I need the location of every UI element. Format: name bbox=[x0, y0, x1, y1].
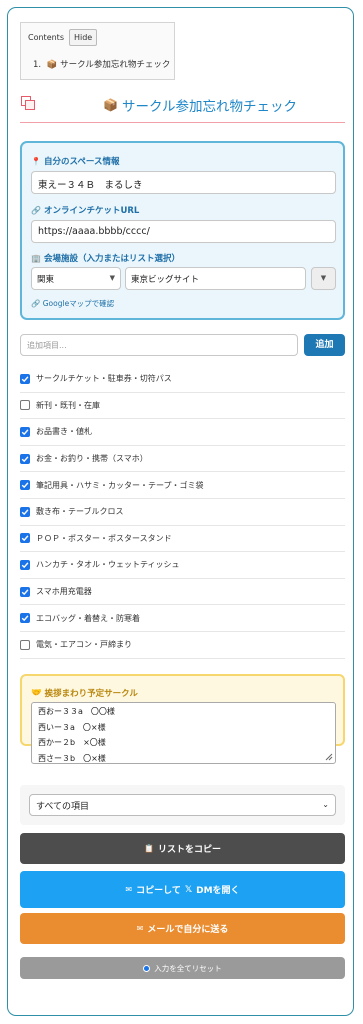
x-logo-icon: 𝕏 bbox=[184, 884, 193, 895]
chevron-down-icon: ⌄ bbox=[322, 800, 329, 809]
radio-icon bbox=[143, 964, 151, 972]
checklist-item[interactable]: 敷き布・テーブルクロス bbox=[20, 499, 345, 526]
checklist-item[interactable]: スマホ用充電器 bbox=[20, 579, 345, 606]
checklist-item-label: ハンカチ・タオル・ウェットティッシュ bbox=[36, 560, 180, 570]
checklist-item[interactable]: ハンカチ・タオル・ウェットティッシュ bbox=[20, 552, 345, 579]
building-icon: 🏢 bbox=[31, 253, 41, 263]
checklist-item-label: エコバッグ・着替え・防寒着 bbox=[36, 613, 140, 623]
filter-select[interactable]: すべての項目 ⌄ bbox=[29, 794, 336, 816]
checklist-item-label: スマホ用充電器 bbox=[36, 587, 92, 597]
ticket-url-label: 🔗 オンラインチケットURL bbox=[31, 205, 140, 217]
package-icon: 📦 bbox=[46, 60, 58, 70]
checkmark-icon bbox=[21, 588, 29, 595]
checkbox-checked[interactable] bbox=[20, 426, 30, 437]
toc-link-checklist[interactable]: 1. 📦 サークル参加忘れ物チェック bbox=[33, 58, 170, 70]
checkbox-checked[interactable] bbox=[20, 373, 30, 384]
caret-down-icon: ▼ bbox=[320, 274, 327, 282]
checkmark-icon bbox=[21, 376, 29, 382]
page-title: 📦 サークル参加忘れ物チェック bbox=[103, 95, 297, 115]
checklist: サークルチケット・駐車券・切符パス 新刊・既刊・在庫 お品書き・値札お金・お釣り・携… bbox=[20, 366, 345, 659]
greeting-line: 西おー３３a 〇〇様 bbox=[38, 707, 115, 716]
checklist-item-label: お品書き・値札 bbox=[36, 427, 92, 437]
checklist-item-label: ＰＯＰ・ポスター・ポスタースタンド bbox=[36, 533, 172, 543]
greeting-line: 西さー３b 〇×様 bbox=[38, 753, 106, 763]
filter-area: すべての項目 ⌄ bbox=[20, 785, 345, 825]
checkbox-checked[interactable] bbox=[20, 559, 30, 570]
venue-label: 🏢 会場施設（入力またはリスト選択） bbox=[31, 253, 180, 265]
checklist-item-label: お金・お釣り・携帯（スマホ） bbox=[36, 454, 148, 464]
checklist-item-label: サークルチケット・駐車券・切符パス bbox=[36, 374, 172, 384]
checkbox-unchecked[interactable] bbox=[20, 400, 30, 411]
table-of-contents: Contents Hide 1. 📦 サークル参加忘れ物チェック bbox=[20, 22, 175, 80]
checklist-item-label: 敷き布・テーブルクロス bbox=[36, 507, 124, 517]
add-item-button[interactable]: 追加 bbox=[304, 334, 345, 356]
ticket-url-input[interactable]: https://aaaa.bbbb/cccc/ bbox=[31, 220, 336, 243]
link-icon: 🔗 bbox=[31, 299, 41, 308]
toc-item-number: 1. bbox=[33, 60, 42, 70]
checkbox-checked[interactable] bbox=[20, 586, 30, 597]
chevron-down-icon: ▼ bbox=[109, 274, 115, 282]
google-maps-link[interactable]: 🔗 Googleマップで確認 bbox=[31, 298, 114, 309]
toc-heading: Contents bbox=[28, 33, 64, 42]
add-item-input[interactable]: 追加項目... bbox=[20, 334, 298, 356]
venue-input[interactable]: 東京ビッグサイト bbox=[125, 267, 306, 290]
checkbox-checked[interactable] bbox=[20, 613, 30, 624]
greeting-panel: 🤝 挨拶まわり予定サークル 西おー３３a 〇〇様 西いー３a 〇×様 西かー２b ×… bbox=[20, 674, 345, 764]
greeting-textarea[interactable]: 西おー３３a 〇〇様 西いー３a 〇×様 西かー２b ×〇様 西さー３b 〇×様 bbox=[31, 702, 336, 764]
checkmark-icon bbox=[21, 482, 29, 489]
toc-hide-button[interactable]: Hide bbox=[68, 29, 98, 46]
toc-item-label: サークル参加忘れ物チェック bbox=[60, 60, 171, 70]
checklist-item[interactable]: 新刊・既刊・在庫 bbox=[20, 393, 345, 420]
checklist-item[interactable]: 電気・エアコン・戸締まり bbox=[20, 632, 345, 659]
copy-list-button[interactable]: 📋 リストをコピー bbox=[20, 833, 345, 864]
reset-all-button[interactable]: 入力を全てリセット bbox=[20, 957, 345, 979]
checkmark-icon bbox=[21, 535, 29, 542]
greeting-label: 🤝 挨拶まわり予定サークル bbox=[31, 688, 138, 699]
checklist-item[interactable]: 筆記用具・ハサミ・カッター・テープ・ゴミ袋 bbox=[20, 472, 345, 499]
page-title-area: 📦 サークル参加忘れ物チェック bbox=[20, 90, 345, 123]
region-select[interactable]: 関東 ▼ bbox=[31, 267, 121, 290]
checkmark-icon bbox=[21, 456, 29, 462]
envelope-icon: ✉ bbox=[125, 885, 133, 894]
pin-icon: 📍 bbox=[31, 156, 41, 166]
page-title-text: サークル参加忘れ物チェック bbox=[121, 99, 298, 115]
link-icon: 🔗 bbox=[31, 205, 41, 215]
space-info-label: 📍 自分のスペース情報 bbox=[31, 156, 120, 168]
checkmark-icon bbox=[21, 509, 29, 515]
checklist-item-label: 電気・エアコン・戸締まり bbox=[36, 640, 132, 650]
checkbox-checked[interactable] bbox=[20, 480, 30, 491]
checkmark-icon bbox=[21, 562, 29, 569]
greeting-line: 西いー３a 〇×様 bbox=[38, 722, 106, 732]
copy-and-open-dm-button[interactable]: ✉ コピーして 𝕏 DMを開く bbox=[20, 871, 345, 908]
envelope-icon: ✉ bbox=[136, 924, 144, 933]
handshake-icon: 🤝 bbox=[31, 688, 42, 698]
checkbox-unchecked[interactable] bbox=[20, 639, 30, 650]
checklist-item[interactable]: お品書き・値札 bbox=[20, 419, 345, 446]
checklist-item[interactable]: ＰＯＰ・ポスター・ポスタースタンド bbox=[20, 526, 345, 553]
title-decoration-icon bbox=[21, 96, 35, 110]
venue-dropdown-button[interactable]: ▼ bbox=[311, 267, 336, 290]
package-icon: 📦 bbox=[103, 98, 118, 112]
checkmark-icon bbox=[21, 429, 29, 436]
checkmark-icon bbox=[21, 615, 29, 622]
space-info-panel: 📍 自分のスペース情報 東えー３４Ｂ まるしき 🔗 オンラインチケットURL h… bbox=[20, 141, 345, 320]
checklist-item[interactable]: お金・お釣り・携帯（スマホ） bbox=[20, 446, 345, 473]
checklist-item-label: 筆記用具・ハサミ・カッター・テープ・ゴミ袋 bbox=[36, 480, 204, 490]
space-info-input[interactable]: 東えー３４Ｂ まるしき bbox=[31, 171, 336, 194]
checklist-item-label: 新刊・既刊・在庫 bbox=[36, 400, 100, 410]
resize-handle-icon[interactable] bbox=[324, 752, 333, 761]
clipboard-icon: 📋 bbox=[144, 844, 154, 853]
checklist-item[interactable]: サークルチケット・駐車券・切符パス bbox=[20, 366, 345, 393]
greeting-line: 西かー２b ×〇様 bbox=[38, 738, 106, 747]
checkbox-checked[interactable] bbox=[20, 453, 30, 464]
checkbox-checked[interactable] bbox=[20, 506, 30, 517]
send-mail-button[interactable]: ✉ メールで自分に送る bbox=[20, 913, 345, 944]
checklist-item[interactable]: エコバッグ・着替え・防寒着 bbox=[20, 605, 345, 632]
checkbox-checked[interactable] bbox=[20, 533, 30, 544]
